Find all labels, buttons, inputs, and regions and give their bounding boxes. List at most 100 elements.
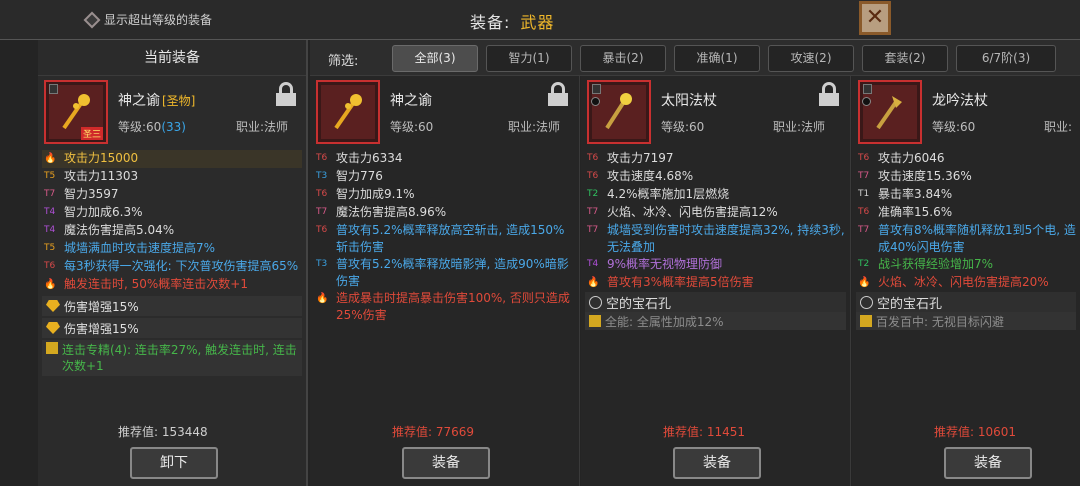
weapon-staff-icon[interactable] [316, 80, 380, 144]
empty-socket: 空的宝石孔 [585, 292, 846, 312]
stat-list: T6 攻击力6334 T3 智力776 T6 智力加成9.1% T7 魔法伤害提高8.96% T… [314, 150, 575, 324]
tier-badge: T7 [587, 207, 599, 217]
empty-socket: 空的宝石孔 [856, 292, 1076, 312]
stat-row: T6 每3秒获得一次强化: 下次普攻伤害提高65% [42, 258, 302, 276]
tier-badge: T4 [44, 225, 56, 235]
gem-text: 伤害增强15% [64, 299, 139, 314]
filter-bar: 筛选: 全部(3) 智力(1) 暴击(2) 准确(1) 攻速(2) 套装(2) … [310, 40, 1080, 76]
unlock-icon[interactable] [819, 82, 839, 106]
recommend-value: 推荐值: 77669 [392, 425, 475, 439]
stat-row: 🔥 火焰、冰冷、闪电伤害提高20% [856, 274, 1076, 292]
diamond-checkbox-icon[interactable] [83, 11, 101, 28]
stat-row: T6 智力加成9.1% [314, 186, 575, 204]
tier-badge: T7 [316, 207, 328, 217]
stat-text: 造成暴击时提高暴击伤害100%, 否则只造成25%伤害 [336, 291, 570, 322]
stat-text: 攻击力15000 [64, 151, 139, 165]
title-label: 装备: [470, 13, 511, 32]
item-name: 龙吟法杖 [932, 93, 988, 109]
weapon-staff-icon[interactable]: 圣三 [44, 80, 108, 144]
unlock-icon[interactable] [276, 82, 296, 106]
stat-text: 攻击速度4.68% [607, 169, 694, 183]
stat-text: 智力776 [336, 169, 383, 183]
tier-badge: T1 [858, 189, 870, 199]
stat-text: 魔法伤害提高5.04% [64, 223, 175, 237]
rarity-tag: 圣三 [80, 127, 103, 140]
stat-text: 城墙受到伤害时攻击速度提高32%, 持续3秒, 无法叠加 [607, 223, 845, 254]
book-icon [589, 315, 601, 327]
fire-icon: 🔥 [858, 277, 871, 288]
toggle-label: 显示超出等级的装备 [104, 13, 213, 27]
stat-row: 🔥 触发连击时, 50%概率连击次数+1 [42, 276, 302, 294]
tier-badge: T5 [44, 171, 56, 181]
tab-intelligence[interactable]: 智力(1) [486, 45, 572, 72]
recommend-value: 推荐值: 11451 [663, 425, 746, 439]
stat-row: 🔥 普攻有3%概率提高5倍伤害 [585, 274, 846, 292]
unequip-button[interactable]: 卸下 [130, 447, 218, 479]
book-icon [46, 342, 58, 354]
socket-ring-icon [589, 295, 602, 309]
stat-row: T4 智力加成6.3% [42, 204, 302, 222]
close-icon[interactable]: ✕ [859, 1, 891, 35]
item-card[interactable]: 太阳法杖 等级:60 职业:法师 T6 攻击力7197 T6 攻击速度4.68% T2 4… [581, 76, 851, 486]
tab-crit[interactable]: 暴击(2) [580, 45, 666, 72]
stat-row: T6 攻击力6046 [856, 150, 1076, 168]
stat-text: 火焰、冰冷、闪电伤害提高20% [878, 275, 1049, 289]
stat-text: 攻击力7197 [607, 151, 674, 165]
item-job: 职业: [1044, 120, 1073, 134]
stat-text: 城墙满血时攻击速度提高7% [64, 241, 216, 255]
stat-row: T3 智力776 [314, 168, 575, 186]
stat-text: 普攻有5.2%概率释放暗影弹, 造成90%暗影伤害 [336, 257, 569, 288]
weapon-staff-icon[interactable] [587, 80, 651, 144]
stat-row: T6 普攻有5.2%概率释放高空斩击, 造成150%斩击伤害 [314, 222, 575, 256]
item-name: 神之谕 [390, 93, 432, 109]
tab-all[interactable]: 全部(3) [392, 45, 478, 72]
stat-text: 智力3597 [64, 187, 119, 201]
tier-badge: T6 [316, 225, 328, 235]
item-rarity: [圣物] [162, 94, 196, 108]
fire-icon: 🔥 [44, 279, 57, 290]
stat-row: T7 火焰、冰冷、闪电伤害提高12% [585, 204, 846, 222]
stat-row: T5 攻击力11303 [42, 168, 302, 186]
fire-icon: 🔥 [316, 293, 329, 304]
tier-badge: T4 [44, 207, 56, 217]
stat-text: 9%概率无视物理防御 [607, 257, 723, 271]
stat-row: T6 攻击速度4.68% [585, 168, 846, 186]
tab-set[interactable]: 套装(2) [862, 45, 948, 72]
tier-badge: T6 [316, 189, 328, 199]
stat-text: 攻击速度15.36% [878, 169, 972, 183]
equip-button[interactable]: 装备 [944, 447, 1032, 479]
socket-gem: 百发百中: 无视目标闪避 [856, 312, 1076, 330]
item-job: 职业:法师 [236, 120, 289, 134]
tier-badge: T4 [587, 259, 599, 269]
socket-gem-text: 全能: 全属性加成12% [605, 314, 724, 329]
gem-icon [46, 322, 60, 334]
fire-icon: 🔥 [587, 277, 600, 288]
stat-row: T4 9%概率无视物理防御 [585, 256, 846, 274]
stat-list: 🔥 攻击力15000 T5 攻击力11303 T7 智力3597 T4 智力加成6.3% T4 魔… [42, 150, 302, 376]
stat-text: 触发连击时, 50%概率连击次数+1 [64, 277, 248, 291]
tab-tier-6-7[interactable]: 6/7阶(3) [956, 45, 1056, 72]
gem-text: 伤害增强15% [64, 321, 139, 336]
item-card[interactable]: 神之谕 等级:60 职业:法师 T6 攻击力6334 T3 智力776 T6 智力加成9.… [310, 76, 580, 486]
unlock-icon[interactable] [548, 82, 568, 106]
stat-list: T6 攻击力7197 T6 攻击速度4.68% T2 4.2%概率施加1层燃烧 T7 火焰、冰… [585, 150, 846, 330]
equip-button[interactable]: 装备 [673, 447, 761, 479]
item-card[interactable]: 龙吟法杖 等级:60 职业: T6 攻击力6046 T7 攻击速度15.36% T1 暴击… [852, 76, 1080, 486]
tab-accuracy[interactable]: 准确(1) [674, 45, 760, 72]
stat-text: 每3秒获得一次强化: 下次普攻伤害提高65% [64, 259, 299, 273]
stat-row: T7 攻击速度15.36% [856, 168, 1076, 186]
gem-icon [46, 300, 60, 312]
tab-attack-speed[interactable]: 攻速(2) [768, 45, 854, 72]
equip-button[interactable]: 装备 [402, 447, 490, 479]
show-over-level-toggle[interactable]: 显示超出等级的装备 [83, 11, 213, 28]
stat-text: 4.2%概率施加1层燃烧 [607, 187, 730, 201]
item-name: 太阳法杖 [661, 93, 717, 109]
weapon-staff-icon[interactable] [858, 80, 922, 144]
item-level: 等级:60(33) [118, 120, 186, 134]
stat-row: T2 战斗获得经验增加7% [856, 256, 1076, 274]
stat-text: 火焰、冰冷、闪电伤害提高12% [607, 205, 778, 219]
stat-row: T2 4.2%概率施加1层燃烧 [585, 186, 846, 204]
equipment-window: 显示超出等级的装备 装备: 武器 ✕ 当前装备 圣三 神之谕 [圣物] 等级:60(… [0, 0, 1080, 486]
top-bar: 显示超出等级的装备 装备: 武器 ✕ [0, 0, 1080, 40]
stat-row: T3 普攻有5.2%概率释放暗影弹, 造成90%暗影伤害 [314, 256, 575, 290]
